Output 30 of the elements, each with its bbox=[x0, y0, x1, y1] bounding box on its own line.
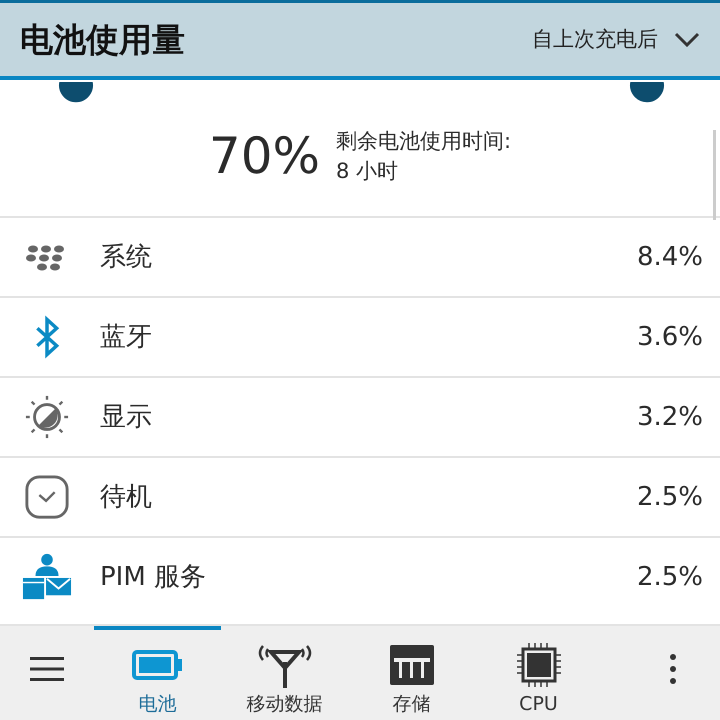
page-title: 电池使用量 bbox=[20, 18, 185, 61]
clock-icon bbox=[24, 474, 70, 520]
app-name: 显示 bbox=[100, 400, 152, 434]
tab[interactable]: 存储 bbox=[348, 626, 475, 720]
tab[interactable]: CPU bbox=[475, 626, 602, 720]
battery-icon bbox=[132, 649, 184, 681]
app-name: 蓝牙 bbox=[100, 320, 152, 354]
remaining-label: 剩余电池使用时间: bbox=[336, 128, 512, 155]
more-icon bbox=[669, 653, 677, 685]
calendar-mail-icon bbox=[22, 552, 72, 602]
app-name: 待机 bbox=[100, 480, 152, 514]
usage-percent: 3.2% bbox=[636, 400, 703, 434]
range-handle[interactable] bbox=[57, 80, 95, 104]
tab[interactable]: 电池 bbox=[94, 626, 221, 720]
period-dropdown[interactable]: 自上次充电后 bbox=[532, 24, 700, 56]
app-name: PIM 服务 bbox=[100, 560, 206, 594]
usage-percent: 8.4% bbox=[636, 240, 703, 274]
app-name: 系统 bbox=[100, 240, 152, 274]
menu-icon bbox=[30, 656, 64, 682]
battery-percent: 70% bbox=[208, 131, 320, 181]
usage-percent: 3.6% bbox=[636, 320, 703, 354]
chevron-down-icon bbox=[674, 32, 700, 48]
usage-percent: 2.5% bbox=[636, 560, 703, 594]
range-handle[interactable] bbox=[628, 80, 666, 104]
memory-card-icon bbox=[388, 644, 434, 686]
remaining-time: 8 小时 bbox=[336, 158, 400, 185]
chip-icon bbox=[516, 643, 560, 687]
brightness-icon bbox=[24, 394, 70, 440]
tab[interactable]: 移动数据 bbox=[221, 626, 348, 720]
usage-percent: 2.5% bbox=[636, 480, 703, 514]
